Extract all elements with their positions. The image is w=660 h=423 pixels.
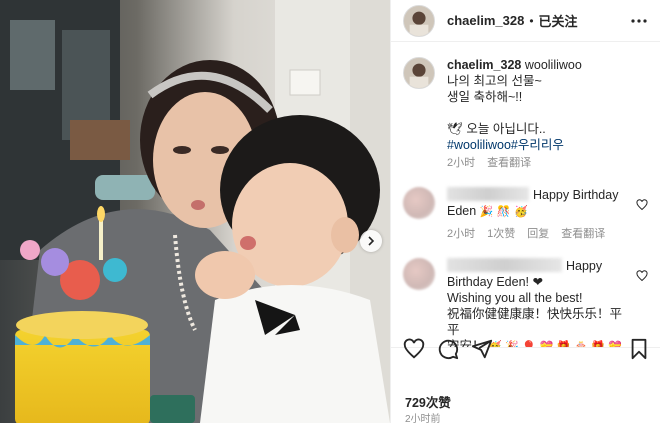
comment-text: 祝福你健健康康！快快乐乐！平平 [447, 307, 623, 337]
separator-dot: • [529, 13, 534, 28]
more-horizontal-icon [631, 18, 647, 23]
commenter-name-blurred[interactable] [447, 258, 562, 272]
commenter-avatar-blurred[interactable] [403, 258, 435, 290]
comment-text: Birthday Eden! ❤ [447, 275, 543, 289]
comment-likes[interactable]: 1次赞 [487, 226, 515, 242]
comment-text: Happy Birthday [533, 188, 619, 202]
chevron-right-icon [368, 236, 375, 246]
comment-translate-link[interactable]: 查看翻译 [561, 226, 605, 242]
post-side-panel: chaelim_328 • 已关注 chaelim_328 wooliliwoo… [390, 0, 660, 423]
comment-emojis: 🎉 🎊 🥳 [479, 205, 528, 218]
carousel-next-button[interactable] [360, 230, 382, 252]
post-caption: chaelim_328 wooliliwoo 나의 최고의 선물~ 생일 축하해… [403, 57, 648, 171]
comment-text: Eden [447, 204, 477, 218]
caption-tagged-user[interactable]: wooliliwoo [525, 58, 582, 72]
caption-username[interactable]: chaelim_328 [447, 58, 521, 72]
caption-translate-link[interactable]: 查看翻译 [487, 155, 531, 171]
post-header: chaelim_328 • 已关注 [391, 0, 660, 42]
more-options-button[interactable] [630, 12, 648, 30]
comment-icon[interactable] [437, 338, 459, 360]
caption-hashtags[interactable]: #wooliliwoo#우리리우 [447, 137, 582, 153]
share-icon[interactable] [471, 338, 493, 360]
post-timestamp[interactable]: 2小时前 [405, 410, 441, 423]
comment-item: Happy Birthday Eden 🎉 🎊 🥳 2小时 1次赞 回复 查看翻… [403, 187, 648, 242]
caption-avatar[interactable] [403, 57, 435, 89]
caption-line: 나의 최고의 선물~ [447, 74, 542, 88]
author-avatar[interactable] [403, 4, 435, 37]
avatar-image [404, 58, 434, 88]
heart-icon[interactable] [403, 338, 425, 360]
likes-count[interactable]: 729次赞 [405, 392, 451, 411]
caption-time[interactable]: 2小时 [447, 155, 475, 171]
follow-status-button[interactable]: 已关注 [539, 11, 578, 30]
commenter-name-blurred[interactable] [447, 187, 529, 201]
birthday-photo-illustration [0, 0, 390, 423]
comment-reply-button[interactable]: 回复 [527, 226, 549, 242]
author-username[interactable]: chaelim_328 [447, 13, 524, 28]
bookmark-icon[interactable] [628, 338, 650, 360]
post-actions-bar [391, 338, 660, 371]
comment-time[interactable]: 2小时 [447, 226, 475, 242]
avatar-image [404, 5, 434, 36]
comment-like-heart-icon[interactable] [636, 199, 648, 211]
commenter-avatar-blurred[interactable] [403, 187, 435, 219]
caption-line: 생일 축하해~!! [447, 90, 523, 104]
comment-item: Happy Birthday Eden! ❤ Wishing you all t… [403, 258, 648, 347]
caption-note: 🕊 오늘 아닙니다.. [447, 122, 546, 136]
comment-like-heart-icon[interactable] [636, 270, 648, 282]
comment-text: Wishing you all the best! [447, 291, 583, 305]
comments-section[interactable]: chaelim_328 wooliliwoo 나의 최고의 선물~ 생일 축하해… [391, 43, 660, 347]
comment-text: Happy [566, 259, 603, 273]
post-photo[interactable] [0, 0, 390, 423]
